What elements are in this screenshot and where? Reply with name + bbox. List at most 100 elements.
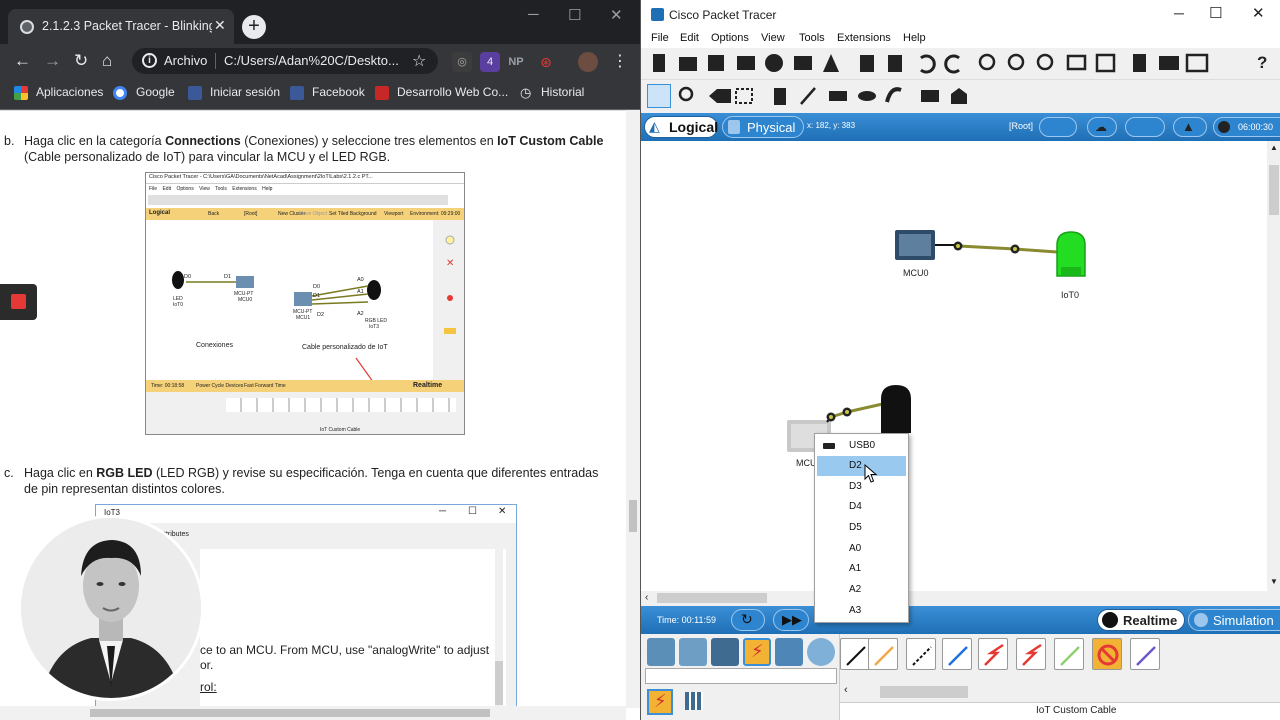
- workspace-vscrollbar[interactable]: ▲ ▼: [1267, 141, 1280, 591]
- thumb-pin: A1: [357, 289, 364, 295]
- scroll-left-icon[interactable]: ‹: [645, 592, 648, 603]
- menu-tools[interactable]: Tools: [799, 32, 825, 44]
- circle-extension-icon[interactable]: ⊛: [536, 52, 556, 72]
- port-option-d2[interactable]: D2: [817, 456, 906, 476]
- thumb-time: Time: 00:18:58: [151, 383, 185, 389]
- realtime-button[interactable]: Realtime: [1097, 609, 1185, 631]
- home-button[interactable]: ⌂: [102, 51, 112, 71]
- tab-title: 2.1.2.3 Packet Tracer - Blinking an: [42, 19, 212, 33]
- forward-button[interactable]: →: [44, 51, 61, 71]
- extension-badge-icon[interactable]: 4: [480, 52, 500, 72]
- pt-help-icon[interactable]: ?: [1257, 53, 1267, 73]
- device-label-mcu0[interactable]: MCU0: [903, 268, 929, 278]
- menu-file[interactable]: File: [651, 32, 669, 44]
- cable-console[interactable]: [840, 638, 870, 670]
- connections-category[interactable]: ⚡: [743, 638, 771, 666]
- page-hscroll-thumb[interactable]: [90, 709, 490, 717]
- multiuser-category[interactable]: [807, 638, 835, 666]
- cable-serial-dce[interactable]: [978, 638, 1008, 670]
- environment-time-button[interactable]: 06:00:30: [1213, 117, 1280, 137]
- menu-help[interactable]: Help: [903, 32, 926, 44]
- port-option-a1[interactable]: A1: [817, 559, 906, 579]
- info-icon[interactable]: i: [142, 53, 157, 68]
- connections-subcategory[interactable]: ⚡: [647, 689, 673, 715]
- scroll-down-icon[interactable]: ▼: [1270, 577, 1278, 586]
- logical-workspace[interactable]: MCU0 IoT0 MCU: [641, 141, 1267, 591]
- port-option-a3[interactable]: A3: [817, 601, 906, 621]
- back-button[interactable]: ←: [14, 51, 31, 71]
- stop-recording-button[interactable]: [0, 284, 37, 320]
- port-option-a0[interactable]: A0: [817, 539, 906, 559]
- physical-tab[interactable]: Physical: [722, 116, 804, 138]
- port-option-d4[interactable]: D4: [817, 497, 906, 517]
- reload-button[interactable]: ↻: [74, 51, 88, 71]
- logical-tab[interactable]: ◭ Logical: [644, 116, 718, 138]
- root-label[interactable]: [Root]: [1009, 121, 1033, 131]
- bookmark-aplicaciones[interactable]: Aplicaciones: [36, 85, 103, 99]
- bookmark-historial[interactable]: Historial: [541, 85, 584, 99]
- category-search-box[interactable]: [645, 668, 837, 684]
- profile-avatar[interactable]: [578, 52, 598, 72]
- port-option-usb0[interactable]: USB0: [817, 436, 906, 456]
- cable-coaxial[interactable]: [1054, 638, 1084, 670]
- cable-octal[interactable]: [1092, 638, 1122, 670]
- np-extension-icon[interactable]: NP: [506, 52, 526, 72]
- port-option-d5[interactable]: D5: [817, 518, 906, 538]
- port-option-a2[interactable]: A2: [817, 580, 906, 600]
- menu-extensions[interactable]: Extensions: [837, 32, 891, 44]
- back-nav-button[interactable]: [1039, 117, 1077, 137]
- menu-options[interactable]: Options: [711, 32, 749, 44]
- power-cycle-button[interactable]: ↻: [731, 609, 765, 631]
- move-object-button[interactable]: [1125, 117, 1165, 137]
- minimize-icon[interactable]: ─: [528, 6, 539, 23]
- simulation-button[interactable]: Simulation: [1188, 609, 1280, 631]
- grid-subcategory-icon[interactable]: [685, 692, 703, 710]
- menu-edit[interactable]: Edit: [680, 32, 699, 44]
- device-label-iot0[interactable]: IoT0: [1061, 290, 1079, 300]
- cable-list-hthumb[interactable]: [880, 686, 968, 698]
- bookmark-star-icon[interactable]: ☆: [412, 51, 426, 71]
- misc-category[interactable]: [775, 638, 803, 666]
- page-vertical-scrollbar[interactable]: [626, 110, 640, 708]
- bookmark-desarrollo-web[interactable]: Desarrollo Web Co...: [397, 85, 508, 99]
- page-horizontal-scrollbar[interactable]: [0, 706, 626, 720]
- cable-iot-custom[interactable]: [1130, 638, 1160, 670]
- workspace-vthumb[interactable]: [1269, 165, 1279, 215]
- background-button[interactable]: ▲: [1173, 117, 1207, 137]
- new-tab-button[interactable]: +: [242, 15, 266, 39]
- scroll-up-icon[interactable]: ▲: [1270, 143, 1278, 152]
- cable-fiber[interactable]: [942, 638, 972, 670]
- cable-list-hscrollbar[interactable]: ‹: [840, 684, 1268, 700]
- close-window-icon[interactable]: ✕: [610, 6, 623, 24]
- pt-maximize-icon[interactable]: ☐: [1209, 4, 1222, 22]
- port-label: A2: [849, 584, 862, 595]
- cable-serial-dte[interactable]: [1016, 638, 1046, 670]
- bookmark-google[interactable]: Google: [136, 85, 175, 99]
- cable-straight[interactable]: [868, 638, 898, 670]
- fast-forward-button[interactable]: ▶▶: [773, 609, 809, 631]
- end-devices-category[interactable]: [679, 638, 707, 666]
- pt-edit-toolbar: [641, 80, 1280, 112]
- cable-scroll-left-icon[interactable]: ‹: [844, 684, 848, 696]
- browser-tab[interactable]: 2.1.2.3 Packet Tracer - Blinking an ✕: [8, 9, 234, 45]
- workspace-hscrollbar[interactable]: ‹: [641, 591, 1267, 605]
- menu-view[interactable]: View: [761, 32, 785, 44]
- bookmark-iniciar-sesion[interactable]: Iniciar sesión: [210, 85, 280, 99]
- address-bar[interactable]: i Archivo C:/Users/Adan%20C/Deskto... ☆: [132, 48, 438, 74]
- maximize-icon[interactable]: ☐: [568, 6, 581, 24]
- extension-icon[interactable]: ◎: [452, 52, 472, 72]
- new-cluster-button[interactable]: ☁: [1087, 117, 1117, 137]
- tab-close-icon[interactable]: ✕: [214, 17, 226, 34]
- page-scroll-thumb[interactable]: [629, 500, 637, 532]
- workspace-hthumb[interactable]: [657, 593, 767, 603]
- address-url[interactable]: C:/Users/Adan%20C/Deskto...: [224, 53, 399, 68]
- cable-crossover[interactable]: [906, 638, 936, 670]
- pt-minimize-icon[interactable]: ─: [1174, 5, 1184, 21]
- port-option-d3[interactable]: D3: [817, 477, 906, 497]
- network-devices-category[interactable]: [647, 638, 675, 666]
- components-category[interactable]: [711, 638, 739, 666]
- thumb-pin: D0: [313, 284, 321, 290]
- bookmark-facebook[interactable]: Facebook: [312, 85, 365, 99]
- menu-dots-icon[interactable]: ⋮: [610, 52, 630, 72]
- pt-close-icon[interactable]: ✕: [1252, 4, 1265, 22]
